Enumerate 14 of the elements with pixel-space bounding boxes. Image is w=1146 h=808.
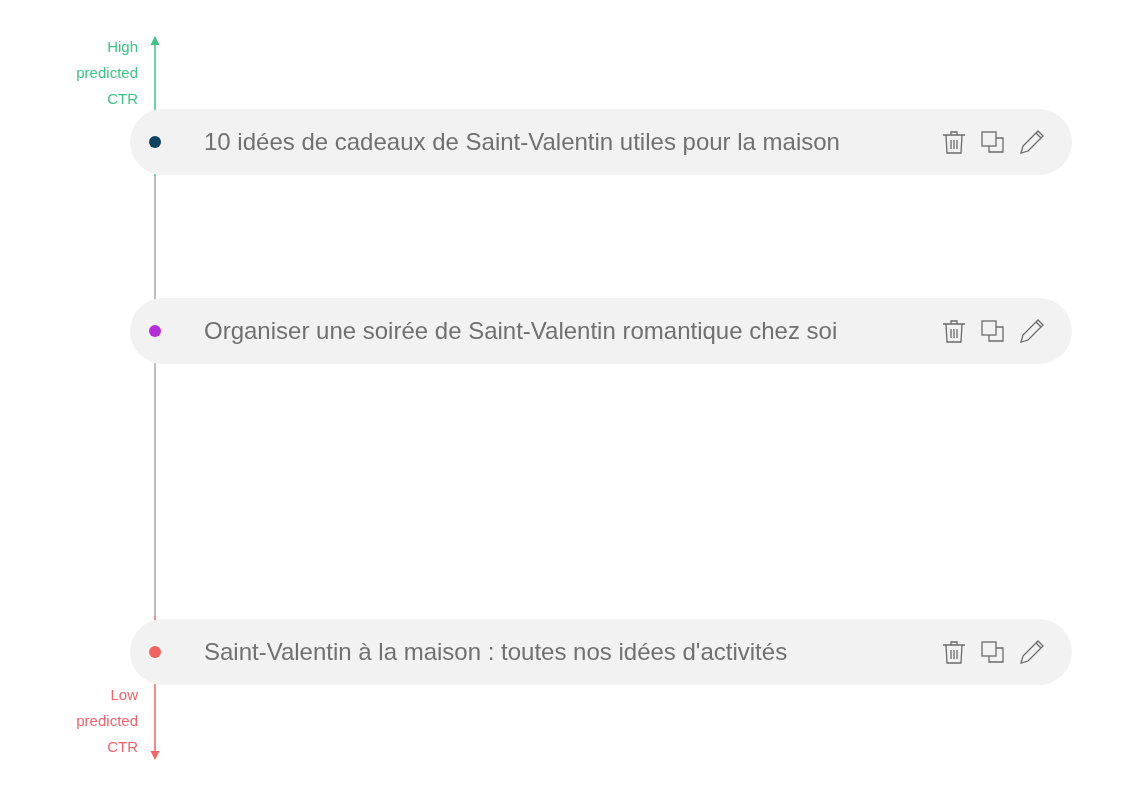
trash-icon[interactable] bbox=[941, 129, 967, 155]
headline-text: 10 idées de cadeaux de Saint-Valentin utiles pour la maison bbox=[204, 127, 840, 157]
pencil-icon[interactable] bbox=[1019, 129, 1045, 155]
headline-text: Organiser une soirée de Saint-Valentin romantique chez soi bbox=[204, 316, 838, 346]
axis-label: High predicted CTR bbox=[75, 37, 138, 109]
copy-icon[interactable] bbox=[980, 639, 1006, 665]
copy-icon[interactable] bbox=[980, 129, 1006, 155]
axis-label: Low predicted CTR bbox=[75, 685, 138, 757]
copy-icon[interactable] bbox=[980, 318, 1006, 344]
trash-icon[interactable] bbox=[941, 318, 967, 344]
pencil-icon[interactable] bbox=[1019, 639, 1045, 665]
headline-text: Saint-Valentin à la maison : toutes nos idées d'activités bbox=[204, 637, 788, 667]
pencil-icon[interactable] bbox=[1019, 318, 1045, 344]
trash-icon[interactable] bbox=[941, 639, 967, 665]
